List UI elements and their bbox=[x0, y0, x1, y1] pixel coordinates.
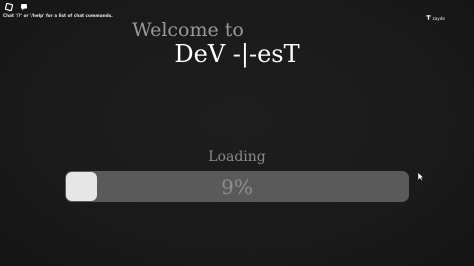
progress-percent-text: 9% bbox=[221, 174, 253, 199]
game-title: DeV -|-esT bbox=[174, 40, 300, 68]
loading-screen: Chat '/?' or '/help' for a list of chat … bbox=[0, 0, 474, 266]
progress-fill bbox=[66, 172, 97, 201]
user-tag[interactable]: zayde bbox=[425, 15, 445, 21]
roblox-menu-icon[interactable] bbox=[4, 2, 13, 11]
chat-icon[interactable] bbox=[19, 2, 28, 11]
username-label: zayde bbox=[432, 15, 445, 21]
welcome-text: Welcome to bbox=[132, 19, 244, 41]
loading-progress-bar: 9% bbox=[65, 171, 409, 202]
user-tag-icon bbox=[425, 15, 431, 21]
chat-hint-text: Chat '/?' or '/help' for a list of chat … bbox=[3, 13, 113, 18]
mouse-cursor-icon bbox=[417, 166, 425, 181]
loading-label: Loading bbox=[208, 149, 266, 165]
